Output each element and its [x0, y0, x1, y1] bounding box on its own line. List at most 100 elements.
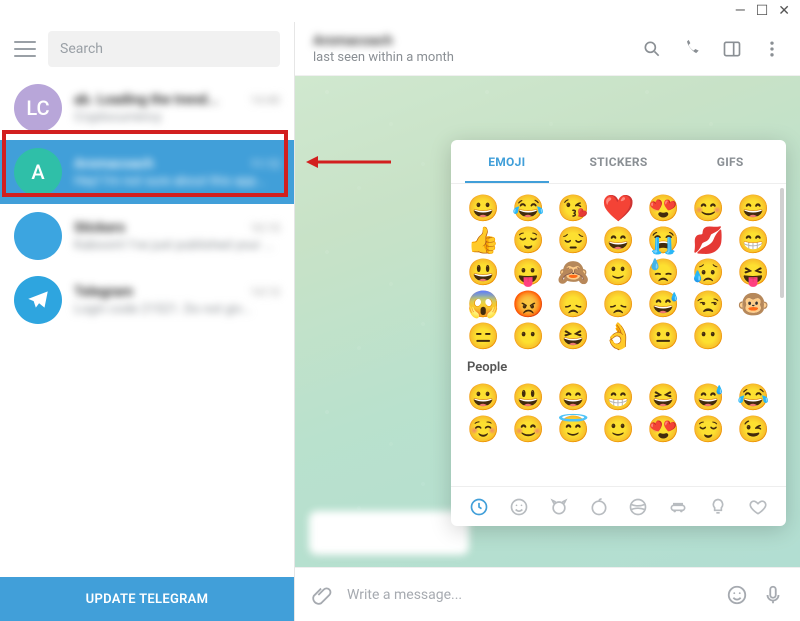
emoji-tab-gifs[interactable]: GIFS — [674, 140, 786, 183]
emoji-cell[interactable]: 😛 — [510, 260, 547, 286]
avatar — [14, 212, 62, 260]
window-maximize[interactable]: ☐ — [756, 4, 769, 18]
emoji-cat-animal[interactable] — [547, 495, 571, 519]
side-panel-icon[interactable] — [722, 39, 742, 59]
emoji-cell[interactable]: 😅 — [645, 292, 682, 318]
conversation-status: last seen within a month — [313, 50, 642, 65]
emoji-tab-emoji[interactable]: EMOJI — [451, 140, 563, 183]
emoji-tab-stickers[interactable]: STICKERS — [563, 140, 675, 183]
emoji-cell[interactable]: 😊 — [690, 196, 727, 222]
conversation-body: EMOJI STICKERS GIFS 😀 😂 😘 ❤️ 😍 😊 😄 👍 😌 😔 😄 😭 💋 😁 😃 😛 🙈… — [295, 76, 800, 567]
conversation-header: Aromacoach last seen within a month — [295, 22, 800, 76]
window-minimize[interactable]: — — [735, 4, 746, 18]
emoji-cell[interactable]: 😓 — [645, 260, 682, 286]
emoji-cell[interactable]: 😄 — [555, 385, 592, 411]
emoji-cat-symbols[interactable] — [746, 495, 770, 519]
emoji-cell[interactable]: 😞 — [555, 292, 592, 318]
chat-item[interactable]: Telegram 14:13 Login code 21521. Do not … — [0, 268, 294, 332]
emoji-grid: 😀😂😘❤️😍😊😄 👍😌😔😄😭💋😁 😃😛🙈🙂😓😥😝 😱😡😞😞😅😒🐵 😑😶😆👌😐😶 … — [451, 184, 786, 486]
emoji-cell[interactable]: 😒 — [690, 292, 727, 318]
emoji-cell[interactable]: 😆 — [645, 385, 682, 411]
chat-item[interactable]: LC ab. Loading the trend... 14:40 Crypto… — [0, 76, 294, 140]
emoji-cell[interactable]: 😍 — [645, 196, 682, 222]
emoji-cell[interactable]: 😝 — [735, 260, 772, 286]
emoji-cell[interactable]: 😉 — [735, 417, 772, 443]
search-icon[interactable] — [642, 39, 662, 59]
chat-name: Stickers — [74, 220, 125, 236]
emoji-cell[interactable]: 😥 — [690, 260, 727, 286]
emoji-cell[interactable]: 👍 — [465, 228, 502, 254]
emoji-cell[interactable]: 😀 — [465, 196, 502, 222]
chat-item-selected[interactable]: A Aromacoach 11:12 Hey! I'm not sure abo… — [0, 140, 294, 204]
avatar — [14, 276, 62, 324]
emoji-cell[interactable]: 😞 — [600, 292, 637, 318]
chat-preview: Hey! I'm not sure about this app... — [74, 174, 280, 189]
emoji-cell[interactable]: 😐 — [645, 324, 682, 350]
chat-time: 11:12 — [250, 157, 280, 171]
compose-bar — [295, 567, 800, 621]
emoji-cell[interactable]: 🙈 — [555, 260, 592, 286]
emoji-cell[interactable] — [735, 324, 772, 350]
emoji-cat-food[interactable] — [587, 495, 611, 519]
emoji-cell[interactable]: 🐵 — [735, 292, 772, 318]
emoji-cat-recent[interactable] — [467, 495, 491, 519]
chat-time: 10:15 — [250, 221, 280, 235]
emoji-cell[interactable]: 😌 — [690, 417, 727, 443]
emoji-cell[interactable]: 😑 — [465, 324, 502, 350]
emoji-scrollbar[interactable] — [780, 188, 784, 298]
emoji-cell[interactable]: 😁 — [735, 228, 772, 254]
message-input[interactable] — [347, 587, 712, 603]
emoji-cell[interactable]: 😱 — [465, 292, 502, 318]
emoji-cell[interactable]: 😘 — [555, 196, 592, 222]
emoji-cell[interactable]: 😇 — [555, 417, 592, 443]
emoji-cell[interactable]: 😅 — [690, 385, 727, 411]
emoji-cell[interactable]: 😆 — [555, 324, 592, 350]
conversation-pane: Aromacoach last seen within a month EMOJ… — [295, 22, 800, 621]
emoji-cell[interactable]: 👌 — [600, 324, 637, 350]
microphone-icon[interactable] — [762, 584, 784, 606]
emoji-cell[interactable]: 😄 — [600, 228, 637, 254]
more-icon[interactable] — [762, 39, 782, 59]
chat-item[interactable]: Stickers 10:15 Kaboom! I've just publish… — [0, 204, 294, 268]
chat-name: Aromacoach — [74, 156, 154, 172]
emoji-cell[interactable]: 😂 — [510, 196, 547, 222]
avatar: A — [14, 148, 62, 196]
emoji-cat-objects[interactable] — [706, 495, 730, 519]
search-input[interactable] — [48, 31, 280, 67]
sidebar: LC ab. Loading the trend... 14:40 Crypto… — [0, 22, 295, 621]
emoji-cell[interactable]: 🙂 — [600, 260, 637, 286]
emoji-section-label: People — [467, 360, 772, 375]
chat-preview: Login code 21521. Do not giv... — [74, 302, 280, 317]
emoji-cell[interactable]: 😡 — [510, 292, 547, 318]
emoji-cell[interactable]: 😃 — [510, 385, 547, 411]
chat-preview: Cryptocurrency — [74, 110, 280, 125]
update-telegram-button[interactable]: UPDATE TELEGRAM — [0, 577, 294, 621]
emoji-cell[interactable]: 😊 — [510, 417, 547, 443]
emoji-cell[interactable]: 😀 — [465, 385, 502, 411]
emoji-cell[interactable]: 😂 — [735, 385, 772, 411]
emoji-cell[interactable]: 😍 — [645, 417, 682, 443]
telegram-icon — [25, 287, 51, 313]
emoji-cell[interactable]: ❤️ — [600, 196, 637, 222]
attach-icon[interactable] — [311, 584, 333, 606]
emoji-cell[interactable]: 😶 — [510, 324, 547, 350]
emoji-cell[interactable]: 😶 — [690, 324, 727, 350]
emoji-cell[interactable]: 😃 — [465, 260, 502, 286]
menu-icon[interactable] — [14, 41, 36, 57]
emoji-cell[interactable]: 😭 — [645, 228, 682, 254]
emoji-cell[interactable]: 😁 — [600, 385, 637, 411]
emoji-cell[interactable]: ☺️ — [465, 417, 502, 443]
emoji-cell[interactable]: 💋 — [690, 228, 727, 254]
call-icon[interactable] — [682, 39, 702, 59]
emoji-icon[interactable] — [726, 584, 748, 606]
window-titlebar: — ☐ ✕ — [0, 0, 800, 22]
emoji-cat-smile[interactable] — [507, 495, 531, 519]
emoji-cell[interactable]: 😄 — [735, 196, 772, 222]
avatar: LC — [14, 84, 62, 132]
emoji-cat-sport[interactable] — [626, 495, 650, 519]
emoji-cat-travel[interactable] — [666, 495, 690, 519]
emoji-cell[interactable]: 🙂 — [600, 417, 637, 443]
emoji-cell[interactable]: 😌 — [510, 228, 547, 254]
emoji-cell[interactable]: 😔 — [555, 228, 592, 254]
window-close[interactable]: ✕ — [778, 4, 790, 18]
